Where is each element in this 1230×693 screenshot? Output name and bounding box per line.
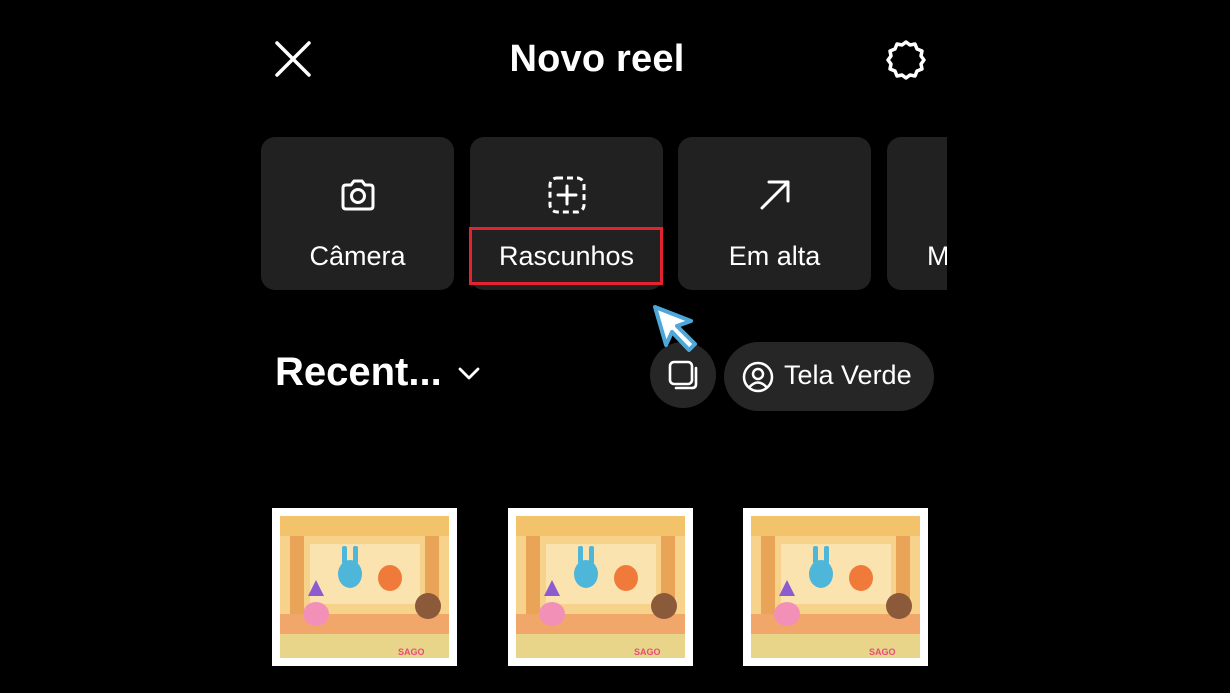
gallery-thumbnail[interactable]: SAGO: [743, 508, 928, 666]
trending-option[interactable]: Em alta: [678, 137, 871, 290]
video-thumbnail-image: SAGO: [751, 516, 920, 658]
thumbnail-brand-logo: SAGO: [398, 647, 425, 657]
gallery-thumbnail[interactable]: SAGO: [508, 508, 693, 666]
thumbnail-brand-logo: SAGO: [869, 647, 896, 657]
green-screen-button[interactable]: Tela Verde: [724, 342, 934, 411]
page-title: Novo reel: [509, 38, 685, 80]
more-label: M: [927, 241, 947, 271]
pointer-cursor-icon: [653, 305, 697, 352]
drafts-add-icon: [548, 176, 585, 214]
camera-label: Câmera: [309, 241, 406, 271]
chevron-down-icon[interactable]: [457, 362, 481, 384]
camera-option[interactable]: Câmera: [261, 137, 454, 290]
multi-select-icon: [668, 360, 698, 390]
new-reel-screen: Novo reel Câmera Rascunhos Em alta M Rec…: [247, 0, 947, 693]
person-icon: [742, 361, 774, 393]
video-thumbnail-image: SAGO: [280, 516, 449, 658]
trending-label: Em alta: [728, 241, 821, 271]
more-option[interactable]: M: [887, 137, 947, 290]
camera-icon: [341, 179, 374, 211]
gear-icon[interactable]: [884, 38, 928, 82]
thumbnail-brand-logo: SAGO: [634, 647, 661, 657]
album-selector[interactable]: Recent...: [275, 350, 442, 395]
green-screen-label: Tela Verde: [784, 360, 912, 390]
trending-arrow-icon: [760, 180, 789, 210]
video-thumbnail-image: SAGO: [516, 516, 685, 658]
gallery-thumbnail[interactable]: SAGO: [272, 508, 457, 666]
drafts-highlight-box: [469, 227, 663, 285]
